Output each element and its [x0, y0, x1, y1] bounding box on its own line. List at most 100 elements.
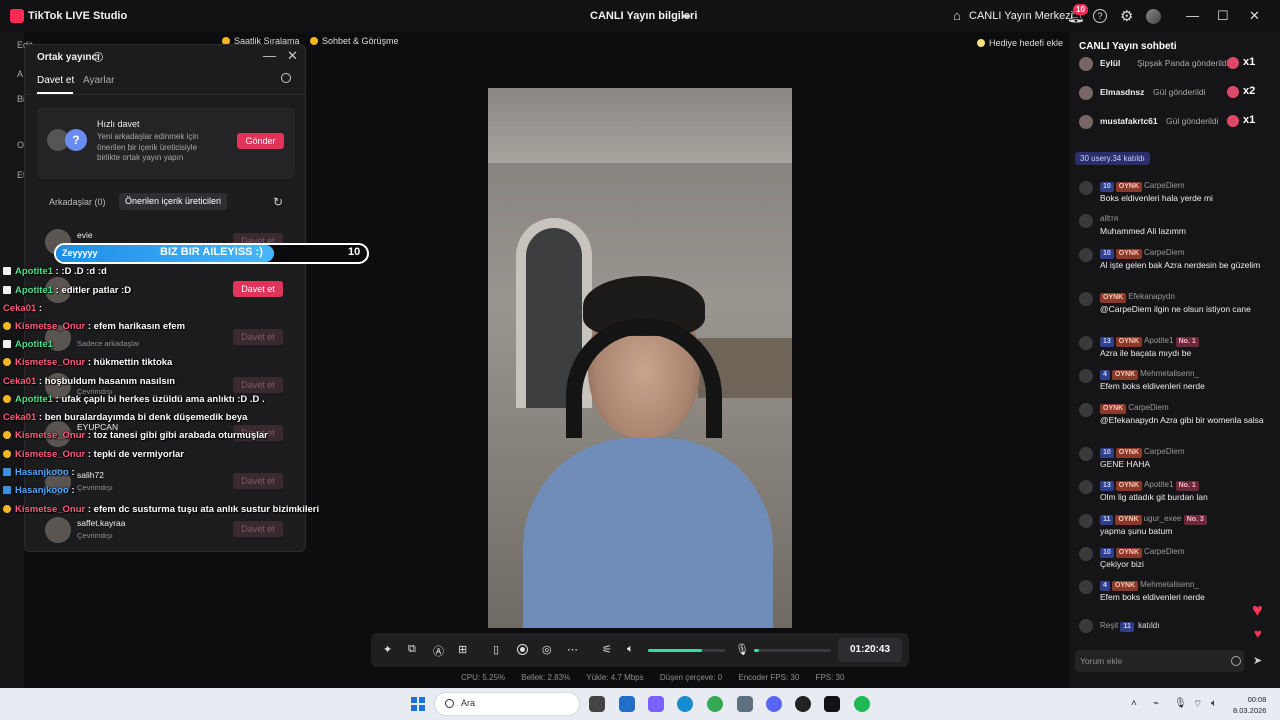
- level-badge: 11: [1120, 622, 1134, 632]
- chat-user[interactable]: CarpeDiem: [1128, 403, 1168, 412]
- creator-status: Çevrimdışı: [77, 531, 113, 540]
- chat-user[interactable]: Mehmetalisenn_: [1140, 580, 1199, 589]
- emoji-icon[interactable]: [1231, 656, 1241, 666]
- send-button[interactable]: Gönder: [237, 133, 284, 149]
- tab-friends[interactable]: Arkadaşlar (0): [49, 197, 106, 207]
- spotify-icon[interactable]: [854, 696, 870, 712]
- taskbar-search[interactable]: Ara: [434, 692, 580, 716]
- overlay-text: : :D .D :d :d: [55, 266, 107, 277]
- help-icon[interactable]: ?: [93, 52, 103, 62]
- share-icon[interactable]: ➦: [681, 9, 691, 23]
- edge-icon[interactable]: [677, 696, 693, 712]
- volume-slider[interactable]: [648, 649, 725, 652]
- outlook-icon[interactable]: [619, 696, 635, 712]
- chat-user[interactable]: Efekanapydn: [1128, 292, 1175, 301]
- invite-button[interactable]: Davet et: [233, 377, 283, 393]
- copilot-icon[interactable]: [648, 696, 664, 712]
- ai-icon[interactable]: Ⓐ: [433, 643, 444, 659]
- task-view-icon[interactable]: [589, 696, 605, 712]
- gift-row: mustafakrtc61 Gül gönderildi x1: [1079, 114, 1279, 130]
- send-icon[interactable]: ➤: [1253, 654, 1262, 667]
- tab-suggested-creators[interactable]: Önerilen içerik üreticileri: [119, 193, 228, 210]
- mic-slider[interactable]: [754, 649, 831, 652]
- overlay-chat-line: Hasanjkooo :: [3, 485, 75, 496]
- chat-user[interactable]: Reşit: [1100, 621, 1118, 630]
- team-badge: OYNK: [1115, 182, 1143, 192]
- chat-user[interactable]: alltтя: [1100, 214, 1118, 223]
- chat-text: Çekiyor bizi: [1100, 559, 1144, 569]
- add-source-icon[interactable]: ⊞: [458, 643, 467, 656]
- mic-tray-icon[interactable]: 🎙︎: [1174, 698, 1187, 709]
- tab-invite[interactable]: Davet et: [37, 75, 74, 86]
- chat-user[interactable]: Apotite1: [1144, 336, 1173, 345]
- home-icon[interactable]: ⌂: [953, 8, 961, 23]
- chat-user[interactable]: Mehmetalisenn_: [1140, 369, 1199, 378]
- chat-user[interactable]: CarpeDiem: [1144, 181, 1184, 190]
- creator-name: evie: [77, 230, 93, 240]
- discord-icon[interactable]: [766, 696, 782, 712]
- live-center-link[interactable]: CANLI Yayın Merkezi: [969, 10, 1073, 22]
- team-badge: OYNK: [1115, 515, 1142, 525]
- clock[interactable]: 00:08 8.03.2026: [1233, 694, 1266, 716]
- creator-name: salih72: [77, 470, 104, 480]
- network-icon[interactable]: ⌁: [1153, 698, 1159, 709]
- chat-badge-icon: [3, 468, 11, 476]
- chat-user[interactable]: Apotite1: [1144, 480, 1173, 489]
- chat-icon: [310, 36, 318, 45]
- phone-icon[interactable]: ▯: [493, 643, 499, 656]
- overlay-text: : efem harikasın efem: [87, 321, 186, 332]
- overlay-chat-line: Kismetse_Onur : toz tanesi gibi gibi ara…: [3, 430, 268, 441]
- speaker-icon[interactable]: 🔈︎: [627, 643, 634, 656]
- search-icon[interactable]: [281, 73, 291, 83]
- chevron-up-icon[interactable]: ˄: [1131, 698, 1137, 709]
- minimize-icon[interactable]: —: [1186, 8, 1199, 23]
- microphone-icon[interactable]: 🎙︎: [735, 643, 749, 656]
- magic-wand-icon[interactable]: ✦: [383, 643, 392, 656]
- camera-switch-icon[interactable]: ⧉: [408, 643, 416, 656]
- chrome-icon[interactable]: [707, 696, 723, 712]
- overlay-text: : hükmettin tiktoka: [87, 357, 173, 368]
- minimize-icon[interactable]: —: [263, 48, 276, 63]
- help-icon[interactable]: ?: [1093, 9, 1107, 23]
- refresh-icon[interactable]: ↻: [273, 195, 283, 209]
- gear-icon[interactable]: ⚙: [1120, 7, 1133, 25]
- level-badge: 4: [1100, 370, 1110, 380]
- overlay-chat-line: Apotite1 : :D .D :d :d: [3, 266, 107, 277]
- chat-badge-icon: [3, 450, 11, 458]
- heart-icon: ♥: [1252, 600, 1263, 620]
- invite-button[interactable]: Davet et: [233, 281, 283, 297]
- more-icon[interactable]: ⋯: [567, 643, 578, 656]
- close-icon[interactable]: ✕: [1249, 8, 1260, 24]
- avatar: [1079, 292, 1093, 306]
- volume-tray-icon[interactable]: 🔈︎: [1211, 698, 1217, 709]
- overlay-user: Kismetse_Onur: [15, 449, 86, 460]
- chat-pill[interactable]: Sohbet & Görüşme: [310, 33, 399, 48]
- gift-goal-pill[interactable]: Hediye hedefi ekle: [977, 35, 1063, 50]
- chat-user[interactable]: CarpeDiem: [1144, 547, 1184, 556]
- app-icon[interactable]: [795, 696, 811, 712]
- chat-user[interactable]: CarpeDiem: [1144, 447, 1184, 456]
- chat-user[interactable]: ugur_exee: [1144, 514, 1182, 523]
- avatar[interactable]: [1146, 9, 1161, 24]
- overlay-chat-line: Ceka01 : hoşbuldum hasanım nasılsın: [3, 376, 175, 387]
- record-icon[interactable]: [517, 644, 528, 655]
- invite-button[interactable]: Davet et: [233, 329, 283, 345]
- tab-settings[interactable]: Ayarlar: [83, 75, 115, 86]
- video-ceiling: [488, 88, 792, 163]
- joined-level: 30: [1080, 154, 1089, 163]
- rank-badge: No. 1: [1175, 337, 1199, 347]
- comment-input[interactable]: Yorum ekle: [1075, 650, 1244, 672]
- invite-button[interactable]: Davet et: [233, 473, 283, 489]
- invite-button[interactable]: Davet et: [233, 521, 283, 537]
- chat-text: Azra ile baçata mıydı be: [1100, 348, 1192, 358]
- start-icon[interactable]: [411, 697, 425, 711]
- chat-user[interactable]: CarpeDiem: [1144, 248, 1184, 257]
- capture-icon[interactable]: ◎: [542, 643, 552, 656]
- settings-app-icon[interactable]: [737, 696, 753, 712]
- overlay-text: : efem dc susturma tuşu ata anlık sustur…: [87, 504, 320, 515]
- wifi-icon[interactable]: ⌔: [1193, 698, 1202, 711]
- tiktok-app-icon[interactable]: [824, 696, 840, 712]
- maximize-icon[interactable]: ☐: [1217, 8, 1229, 24]
- sliders-icon[interactable]: ⚟: [602, 643, 612, 656]
- close-icon[interactable]: ✕: [287, 48, 298, 64]
